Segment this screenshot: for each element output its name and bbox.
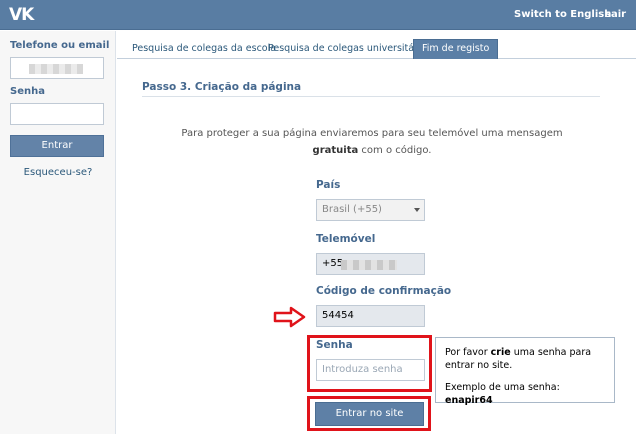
example-pre: Exemplo de uma senha: [445, 382, 560, 393]
step-title: Passo 3. Criação da página [142, 81, 302, 93]
new-password-input[interactable]: Introduza senha [316, 359, 425, 381]
registration-tabs: Pesquisa de colegas da escola Pesquisa d… [117, 31, 636, 59]
example-password: enapir64 [445, 395, 493, 406]
chevron-down-icon [414, 208, 420, 212]
vk-logo[interactable]: VK [9, 6, 39, 24]
country-label: País [316, 179, 341, 191]
mobile-label: Telemóvel [316, 233, 376, 245]
login-sidebar: Telefone ou email Senha Entrar Esqueceu-… [0, 31, 116, 434]
hint-example: Exemplo de uma senha: enapir64 [445, 381, 606, 407]
password-input[interactable] [10, 103, 104, 125]
hint-line: Por favor crie uma senha para entrar no … [445, 346, 606, 372]
top-bar: VK Switch to English sair [0, 0, 636, 30]
exit-link[interactable]: sair [605, 9, 626, 21]
confirmation-code-label: Código de confirmação [316, 285, 452, 297]
country-value: Brasil (+55) [322, 204, 382, 215]
new-password-label: Senha [316, 339, 353, 351]
red-arrow-icon [273, 306, 306, 328]
info-bold: gratuita [312, 145, 359, 156]
divider [142, 96, 600, 97]
tab-school-search[interactable]: Pesquisa de colegas da escola [132, 41, 276, 59]
phone-prefix: +55 [322, 258, 344, 269]
enter-site-button[interactable]: Entrar no site [315, 402, 424, 426]
hint-bold: crie [490, 347, 511, 358]
redacted-value [341, 260, 397, 270]
forgot-password-link[interactable]: Esqueceu-se? [0, 167, 116, 179]
password-label: Senha [10, 86, 45, 97]
switch-language-link[interactable]: Switch to English [514, 9, 611, 21]
country-select[interactable]: Brasil (+55) [316, 199, 425, 221]
login-button[interactable]: Entrar [10, 135, 104, 157]
mobile-input[interactable]: +55 [316, 253, 425, 275]
info-line2: com o código. [358, 145, 432, 156]
info-text: Para proteger a sua página enviaremos pa… [177, 125, 567, 159]
phone-email-input[interactable] [10, 57, 104, 79]
phone-email-label: Telefone ou email [10, 40, 110, 51]
hint-pre: Por favor [445, 347, 491, 358]
tab-university-search[interactable]: Pesquisa de colegas universitários [268, 41, 431, 59]
confirmation-code-input[interactable]: 54454 [316, 305, 425, 327]
info-line1: Para proteger a sua página enviaremos pa… [181, 128, 563, 139]
registration-step-panel: Passo 3. Criação da página Para proteger… [117, 59, 636, 434]
tab-end-registration[interactable]: Fim de registo [413, 39, 499, 59]
password-hint-tooltip: Por favor crie uma senha para entrar no … [435, 337, 615, 406]
redacted-value [29, 64, 83, 74]
